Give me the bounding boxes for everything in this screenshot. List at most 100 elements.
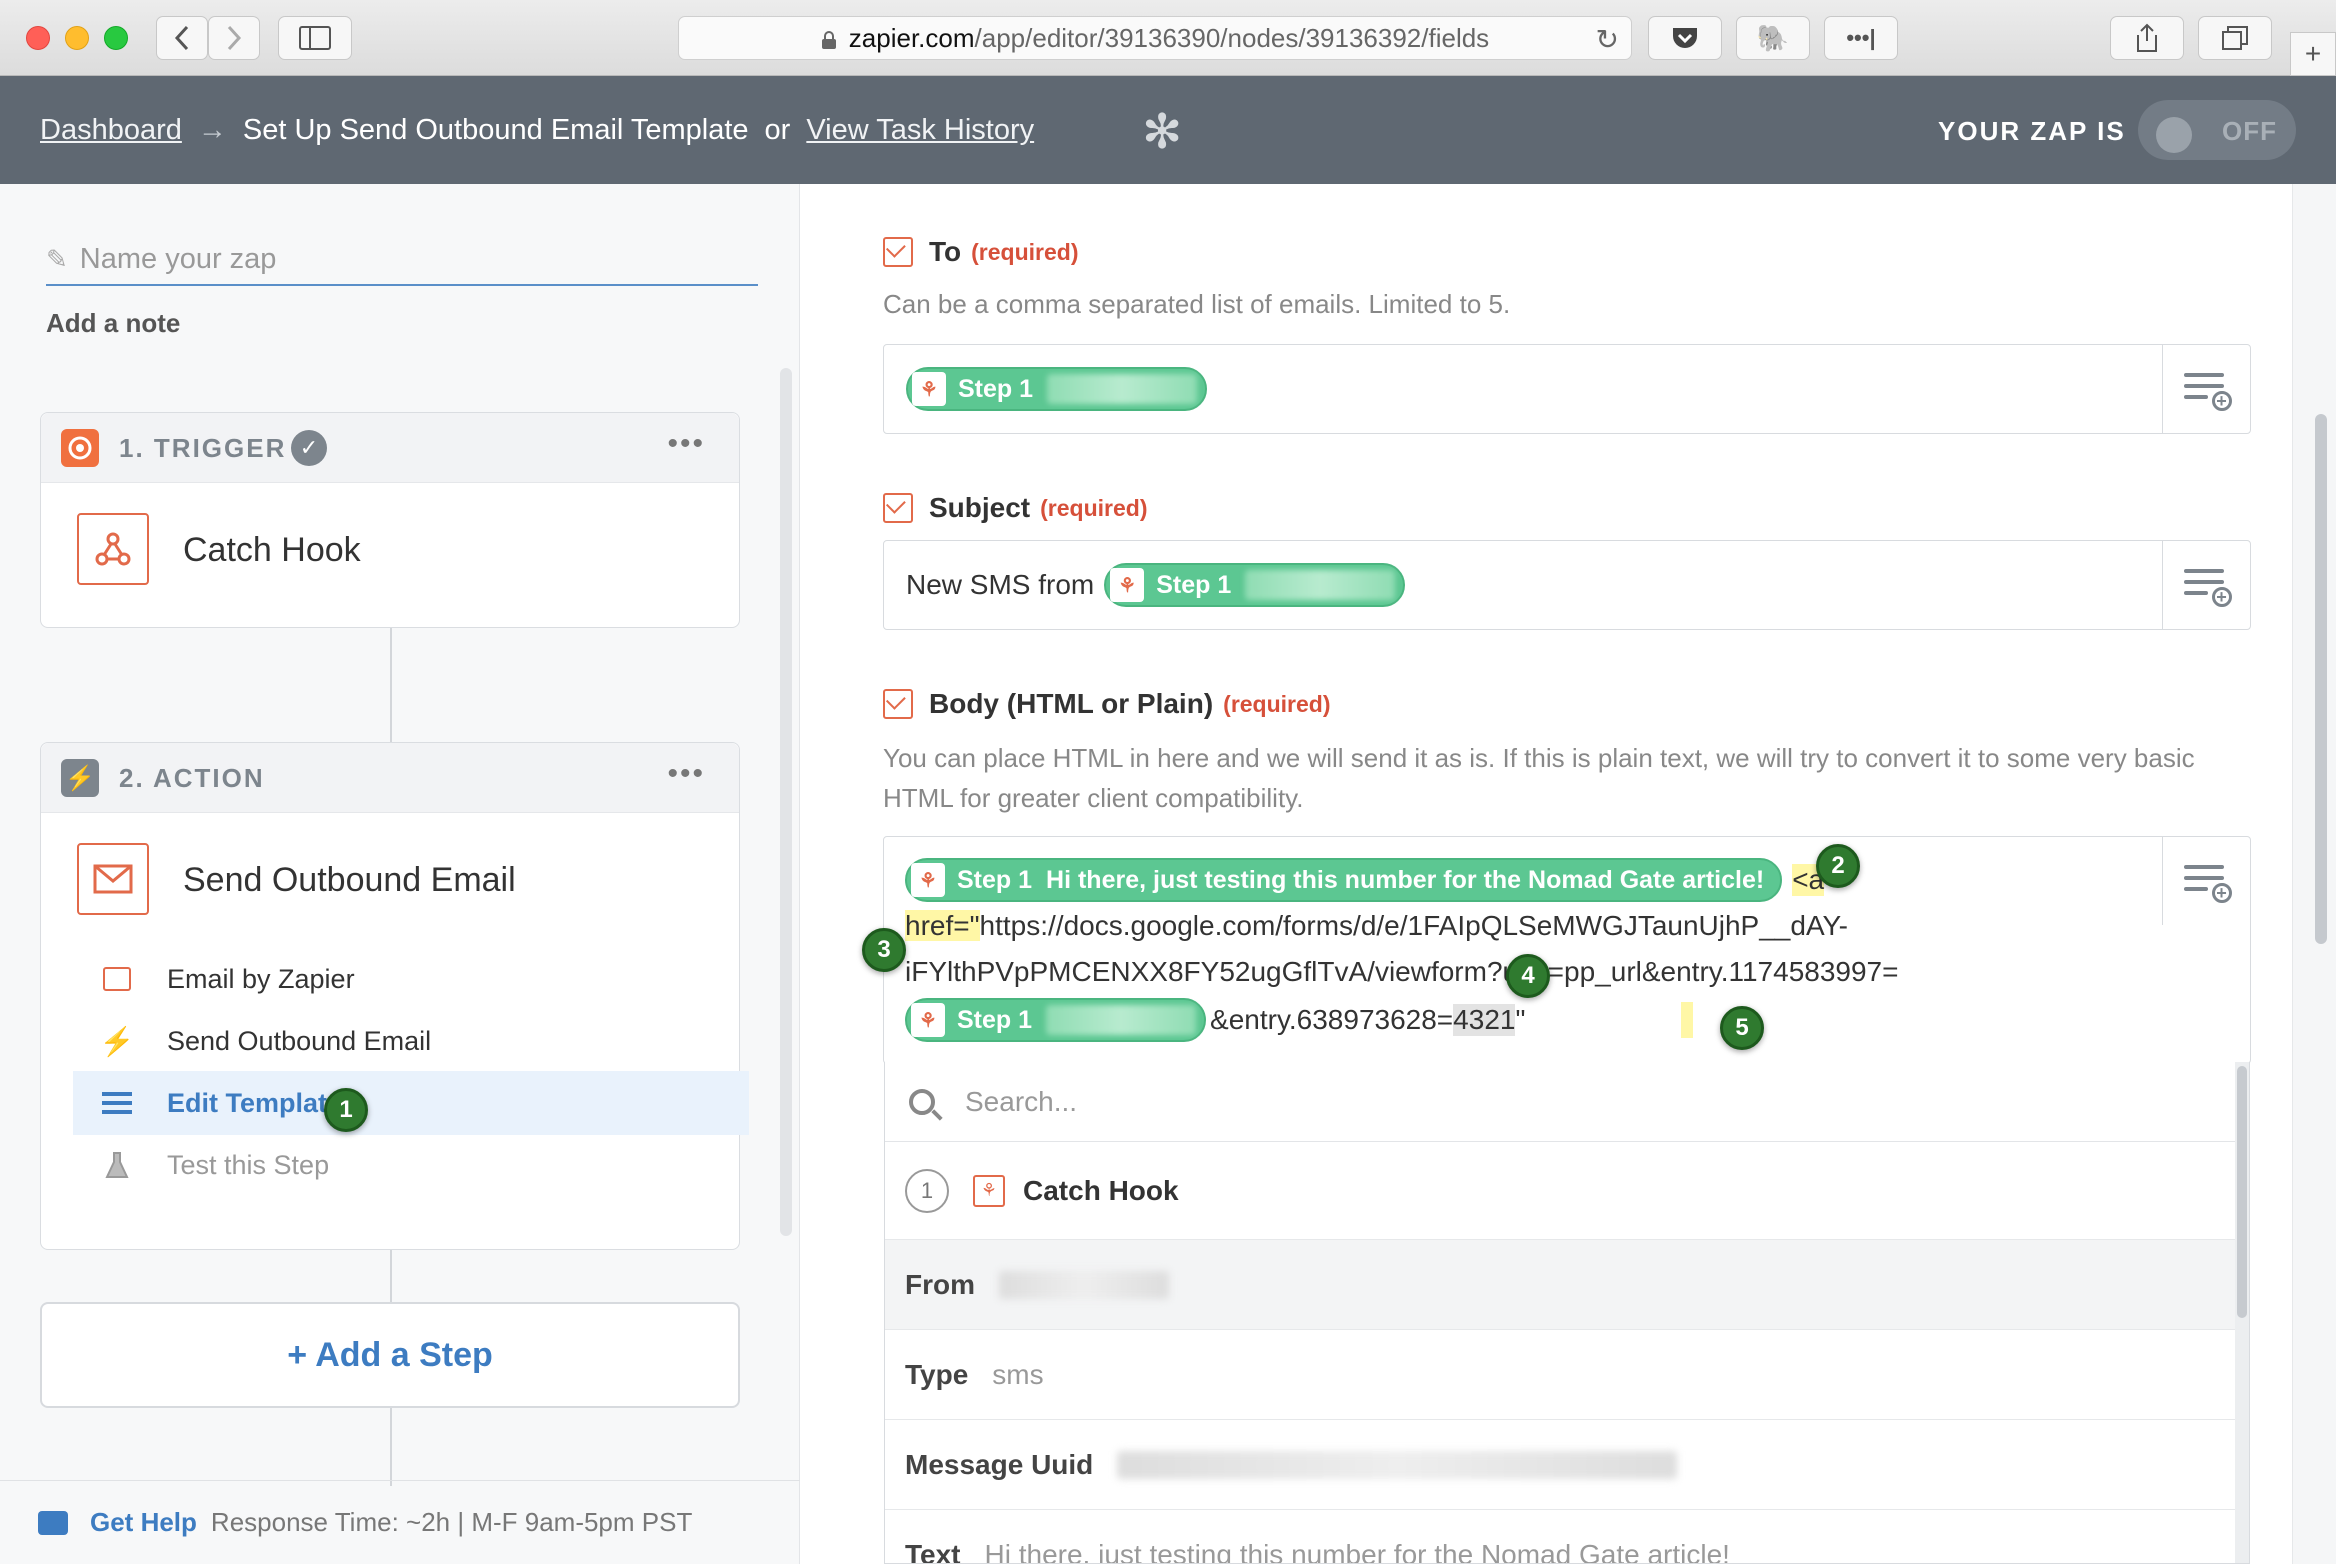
breadcrumb-arrow: → [197, 114, 227, 146]
trigger-card-header: 1. TRIGGER ✓ ••• [41, 413, 739, 483]
annotation-marker-4: 4 [1506, 954, 1550, 998]
option-value: sms [992, 1358, 1044, 1390]
webhook-icon: ⚘ [973, 1174, 1005, 1207]
reload-icon[interactable]: ↻ [1596, 23, 1619, 56]
to-input[interactable]: ⚘ Step 1 + [883, 344, 2251, 434]
body-label: Body (HTML or Plain) [929, 688, 1214, 719]
redacted-value [1245, 570, 1396, 600]
add-list-icon: + [2183, 863, 2232, 903]
sidebar-item-label: Send Outbound Email [167, 1025, 432, 1056]
chat-icon [38, 1510, 68, 1535]
sidebar-toggle-button[interactable] [278, 16, 352, 60]
insert-field-button[interactable]: + [2162, 541, 2250, 629]
step-pill[interactable]: ⚘ Step 1 [1104, 563, 1406, 607]
add-note-link[interactable]: Add a note [46, 308, 180, 339]
flask-icon [97, 1151, 137, 1179]
sidebar-item-send-outbound-email[interactable]: ⚡ Send Outbound Email [73, 1009, 749, 1073]
webhook-icon: ⚘ [1110, 568, 1145, 602]
action-step-title: 2. ACTION [119, 763, 265, 793]
address-bar[interactable]: zapier.com/app/editor/39136390/nodes/391… [678, 16, 1632, 60]
action-menu-icon[interactable]: ••• [667, 757, 705, 791]
zap-on-off-toggle[interactable]: OFF [2138, 100, 2296, 160]
new-tab-button[interactable]: + [2290, 32, 2336, 76]
trigger-card[interactable]: 1. TRIGGER ✓ ••• Catch Hook [40, 412, 740, 628]
back-button[interactable] [156, 16, 208, 60]
more-extensions-button[interactable]: •••| [1824, 16, 1898, 60]
trigger-app-name: Catch Hook [183, 531, 361, 569]
step-pill[interactable]: ⚘ Step 1 Hi there, just testing this num… [905, 858, 1783, 902]
close-window-button[interactable] [26, 26, 50, 50]
trigger-icon [61, 429, 99, 467]
share-button[interactable] [2110, 16, 2184, 60]
response-time-text: Response Time: ~2h | M-F 9am-5pm PST [210, 1507, 693, 1537]
dropdown-step-header[interactable]: 1 ⚘ Catch Hook [885, 1142, 2237, 1240]
dropdown-scrollbar-thumb[interactable] [2237, 1066, 2247, 1318]
dashboard-link[interactable]: Dashboard [40, 114, 182, 147]
insert-data-dropdown: Search... 1 ⚘ Catch Hook From Type sms M… [884, 1062, 2250, 1564]
dropdown-option[interactable]: Message Uuid [885, 1420, 2237, 1510]
editor-header: Dashboard → Set Up Send Outbound Email T… [0, 76, 2336, 184]
snowflake-icon[interactable]: ✻ [1142, 104, 1182, 160]
dropdown-scrollbar[interactable] [2235, 1062, 2249, 1563]
task-history-link[interactable]: View Task History [806, 114, 1034, 147]
webhook-icon [77, 513, 149, 585]
forward-button[interactable] [208, 16, 260, 60]
insert-field-button[interactable]: + [2162, 837, 2250, 925]
step-pill[interactable]: ⚘ Step 1 [906, 367, 1208, 411]
option-key: Text [905, 1538, 961, 1564]
closing-quote: " [1515, 1004, 1526, 1035]
dropdown-option[interactable]: Type sms [885, 1330, 2237, 1420]
webhook-icon: ⚘ [912, 372, 946, 406]
evernote-button[interactable]: 🐘 [1736, 16, 1810, 60]
search-placeholder: Search... [965, 1085, 1078, 1117]
pocket-button[interactable] [1648, 16, 1722, 60]
entry-value-text: 4321 [1453, 1004, 1516, 1036]
action-card[interactable]: ⚡ 2. ACTION ••• Send Outbound Email Emai… [40, 742, 749, 1250]
page-scrollbar-thumb[interactable] [2315, 414, 2327, 944]
sidebar-item-test-step[interactable]: Test this Step [73, 1133, 749, 1197]
dropdown-option[interactable]: Text Hi there, just testing this number … [885, 1510, 2237, 1564]
sidebar-item-edit-template[interactable]: Edit Template [73, 1071, 749, 1135]
envelope-icon [77, 843, 149, 915]
annotation-marker-5: 5 [1720, 1006, 1764, 1050]
chevron-right-icon [227, 25, 242, 51]
url-text: https://docs.google.com/forms/d/e/1FAIpQ… [979, 910, 1848, 941]
page-scrollbar[interactable] [2292, 184, 2336, 1564]
insert-field-button[interactable]: + [2162, 345, 2250, 433]
add-step-button[interactable]: + Add a Step [40, 1302, 740, 1408]
sidebar-scrollbar[interactable] [780, 368, 792, 1236]
annotation-marker-3: 3 [862, 928, 906, 972]
trigger-menu-icon[interactable]: ••• [667, 427, 705, 461]
pencil-icon: ✎ [46, 243, 68, 274]
to-field-label: To (required) [883, 236, 1078, 268]
dropdown-option[interactable]: From [885, 1240, 2237, 1330]
subject-input[interactable]: New SMS from ⚘ Step 1 + [883, 540, 2251, 630]
toggle-knob [2156, 117, 2192, 153]
lightning-icon: ⚡ [99, 1025, 135, 1057]
subject-prefix-text: New SMS from [906, 569, 1095, 600]
zoom-window-button[interactable] [104, 26, 128, 50]
dropdown-step-name: Catch Hook [1023, 1174, 1179, 1206]
sidebar-item-email-by-zapier[interactable]: Email by Zapier [73, 947, 749, 1011]
check-icon: ✓ [291, 430, 327, 466]
body-help-line: HTML for greater client compatibility. [883, 783, 1304, 813]
zap-name-input[interactable]: ✎ Name your zap [46, 234, 758, 286]
annotation-marker-1: 1 [324, 1088, 368, 1132]
list-icon [97, 1090, 137, 1116]
pill-step-label: Step 1 [957, 865, 1033, 894]
required-tag: (required) [1040, 494, 1148, 521]
breadcrumb: Dashboard → Set Up Send Outbound Email T… [40, 114, 1034, 147]
subject-label: Subject [929, 492, 1031, 523]
tabs-overview-button[interactable] [2198, 16, 2272, 60]
redacted-value [1047, 374, 1198, 404]
required-tag: (required) [1223, 690, 1331, 717]
get-help-link[interactable]: Get Help [90, 1507, 197, 1538]
breadcrumb-or: or [764, 114, 791, 146]
search-icon [909, 1088, 935, 1115]
lightning-icon: ⚡ [61, 759, 99, 797]
minimize-window-button[interactable] [65, 26, 89, 50]
pill-step-label: Step 1 [1156, 570, 1232, 599]
dropdown-search-input[interactable]: Search... [885, 1062, 2237, 1142]
step-pill[interactable]: ⚘ Step 1 [905, 998, 1207, 1042]
pill-value-text: Hi there, just testing this number for t… [1046, 865, 1765, 894]
